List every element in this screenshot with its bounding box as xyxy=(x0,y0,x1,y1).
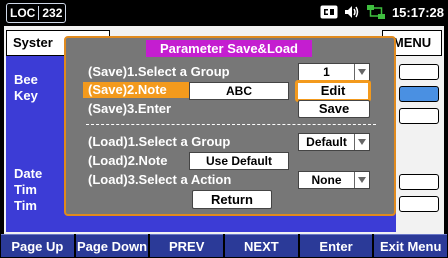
settings-control[interactable] xyxy=(399,196,439,212)
return-button[interactable]: Return xyxy=(192,190,272,209)
status-bar: LOC 232 15:17:28 xyxy=(0,0,448,24)
edit-button[interactable]: Edit xyxy=(295,80,371,102)
settings-label-beep: Bee xyxy=(14,72,38,87)
save-button[interactable]: Save xyxy=(298,100,370,118)
chevron-down-icon xyxy=(354,134,369,150)
settings-control[interactable] xyxy=(399,108,439,124)
save-group-value: 1 xyxy=(323,65,330,79)
chevron-down-icon xyxy=(354,172,369,188)
save-note-label: (Save)2.Note xyxy=(83,82,193,98)
settings-control-selected[interactable] xyxy=(399,86,439,102)
load-note-label: (Load)2.Note xyxy=(88,153,168,168)
load-action-label: (Load)3.Select a Action xyxy=(88,172,232,187)
chevron-down-icon xyxy=(354,64,369,80)
status-icons: 15:17:28 xyxy=(320,3,444,21)
memory-card-icon xyxy=(320,5,338,19)
settings-controls xyxy=(398,56,442,232)
speaker-icon xyxy=(344,6,359,18)
load-action-select[interactable]: None xyxy=(298,171,370,189)
exit-menu-softkey[interactable]: Exit Menu xyxy=(374,234,448,257)
settings-label-time: Tim xyxy=(14,182,37,197)
save-group-label: (Save)1.Select a Group xyxy=(88,64,230,79)
network-icon xyxy=(366,5,385,19)
settings-label-timer: Tim xyxy=(14,198,37,213)
save-note-field[interactable]: ABC xyxy=(189,82,289,100)
remote-status-indicator: LOC 232 xyxy=(6,3,67,23)
settings-control[interactable] xyxy=(399,64,439,80)
loc-label: LOC xyxy=(10,6,36,20)
load-group-label: (Load)1.Select a Group xyxy=(88,134,231,149)
settings-label-date: Date xyxy=(14,166,43,181)
load-group-select[interactable]: Default xyxy=(298,133,370,151)
page-down-softkey[interactable]: Page Down xyxy=(75,234,149,257)
save-group-select[interactable]: 1 xyxy=(298,63,370,81)
dialog-title: Parameter Save&Load xyxy=(146,40,312,57)
prev-softkey[interactable]: PREV xyxy=(150,234,224,257)
next-softkey[interactable]: NEXT xyxy=(225,234,298,257)
load-action-value: None xyxy=(311,173,342,187)
parameter-save-load-dialog: Parameter Save&Load (Save)1.Select a Gro… xyxy=(64,36,396,216)
clock: 15:17:28 xyxy=(391,4,444,20)
settings-control[interactable] xyxy=(399,174,439,190)
page-up-softkey[interactable]: Page Up xyxy=(1,234,74,257)
enter-softkey[interactable]: Enter xyxy=(299,234,373,257)
softkey-bar: Page Up Page Down PREV NEXT Enter Exit M… xyxy=(0,234,448,257)
section-divider xyxy=(86,124,376,125)
load-note-field: Use Default xyxy=(189,152,289,170)
save-enter-label: (Save)3.Enter xyxy=(88,101,172,116)
address-label: 232 xyxy=(42,6,63,20)
load-group-value: Default xyxy=(306,135,347,149)
settings-label-key: Key xyxy=(14,88,38,103)
